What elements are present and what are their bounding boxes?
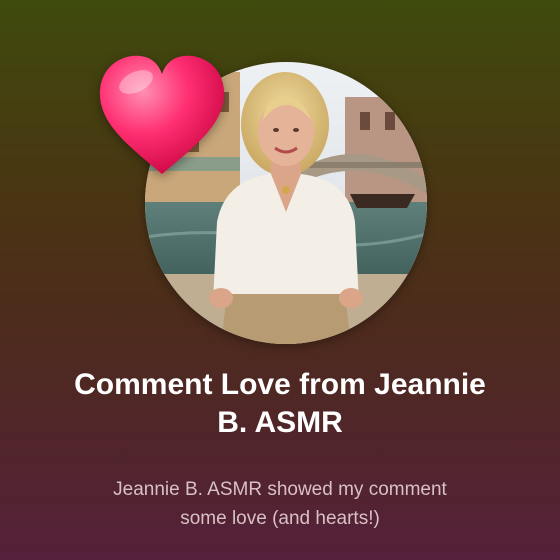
title-line: Comment Love from Jeannie bbox=[74, 368, 486, 401]
message-line: some love (and hearts!) bbox=[180, 508, 380, 529]
title-line: B. ASMR bbox=[217, 406, 343, 439]
heart-icon bbox=[96, 52, 228, 178]
comment-love-card: Comment Love from Jeannie B. ASMR Jeanni… bbox=[0, 0, 560, 560]
message-line: Jeannie B. ASMR showed my comment bbox=[113, 479, 447, 500]
notification-message: Jeannie B. ASMR showed my comment some l… bbox=[40, 475, 520, 533]
notification-title: Comment Love from Jeannie B. ASMR bbox=[30, 366, 530, 442]
